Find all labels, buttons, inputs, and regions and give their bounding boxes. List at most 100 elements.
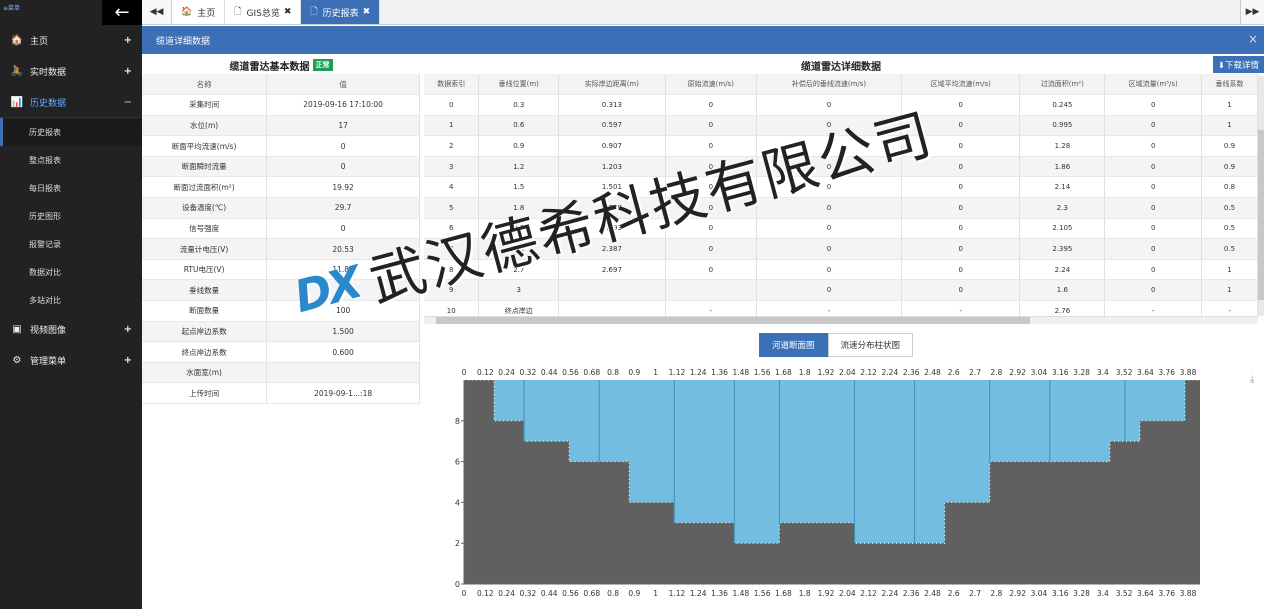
close-icon[interactable]: × [1248, 32, 1258, 46]
tab-history-report[interactable]: 🗋 历史报表 ✖ [301, 0, 381, 24]
download-details-button[interactable]: ⬇下载详情 [1212, 56, 1264, 73]
table-cell: 0 [665, 218, 757, 240]
table-cell: 2.7 [478, 259, 560, 281]
tab-scroll-right-icon[interactable]: ▶▶ [1240, 0, 1264, 24]
table-cell: 0 [665, 259, 757, 281]
x-tick-label: 3.76 [1158, 589, 1175, 598]
column-header: 数据索引 [424, 74, 480, 96]
table-cell: 0 [424, 94, 480, 116]
tab-gis-overview[interactable]: 🗋 GIS总览 ✖ [225, 0, 302, 24]
field-value-cell: 29.7 [266, 197, 420, 219]
table-row: 2 0.9 0.907 0 0 0 1.28 0 0.9 [424, 135, 1259, 157]
sidebar-item-label: 实时数据 [30, 68, 67, 78]
tab-label: GIS总览 [246, 8, 280, 19]
table-cell: 1.501 [558, 176, 666, 199]
vertical-scrollbar-thumb[interactable] [1258, 130, 1264, 300]
table-cell: 0 [756, 259, 903, 281]
table-cell: 0.8 [1201, 176, 1259, 199]
sidebar-item-label: 主页 [30, 37, 49, 47]
y-tick-label: 4 [455, 498, 460, 507]
field-value-cell: 0.600 [266, 341, 420, 363]
table-cell: 0.995 [1019, 115, 1106, 137]
table-cell: 0 [756, 176, 903, 199]
sidebar-item-history[interactable]: 📊 历史数据 − [0, 87, 142, 118]
top-position-label: 1.68 [775, 368, 792, 377]
field-value-cell: 10 [266, 279, 420, 302]
top-position-label: 2.04 [839, 368, 856, 377]
x-tick-label: 1.92 [818, 589, 835, 598]
x-tick-label: 0.24 [498, 589, 515, 598]
table-cell: 0 [1104, 279, 1202, 302]
x-tick-label: 1.12 [669, 589, 686, 598]
top-position-label: 1.36 [711, 368, 728, 377]
top-position-label: 2.36 [903, 368, 920, 377]
tab-velocity-histogram[interactable]: 流速分布柱状图 [827, 333, 914, 357]
table-row: 9 3 0 0 1.6 0 1 [424, 279, 1259, 302]
table-cell: 1.2 [478, 156, 560, 178]
back-arrow-icon[interactable]: ← [102, 0, 142, 25]
sidebar-item-label: 视频图像 [30, 326, 67, 336]
river-cross-section-chart: 0 2 4 6 8 0 0.12 0.24 0.32 0.44 0.56 0.68 0.8 0.9 1 1.1… [455, 368, 1200, 598]
top-position-label: 2.48 [924, 368, 941, 377]
column-header: 过流面积(m²) [1019, 74, 1106, 96]
sidebar-sub-daily-report[interactable]: 每日报表 [0, 174, 142, 202]
home-icon: 🏠 [10, 35, 24, 46]
download-chart-icon[interactable]: ⤓ [1250, 374, 1254, 385]
sidebar-sub-multi-station[interactable]: 多站对比 [0, 286, 142, 314]
sidebar-sub-history-report[interactable]: 历史报表 [0, 118, 142, 146]
top-position-label: 0 [462, 368, 467, 377]
table-cell: 0 [665, 115, 757, 137]
table-cell: 5 [424, 197, 480, 219]
sidebar-item-realtime[interactable]: 🚴 实时数据 + [0, 56, 142, 87]
table-cell: 0.597 [558, 115, 666, 137]
field-name-cell: 采集时间 [142, 94, 268, 116]
table-cell: 0 [756, 94, 903, 116]
top-position-label: 3.88 [1180, 368, 1197, 377]
top-position-label: 3.52 [1116, 368, 1133, 377]
top-position-label: 0.56 [562, 368, 579, 377]
table-cell: 0 [1104, 135, 1202, 157]
home-icon: 🏠 [181, 7, 193, 17]
horizontal-scrollbar-thumb[interactable] [436, 317, 1030, 324]
table-cell: 0.5 [1201, 218, 1259, 240]
sidebar-item-admin[interactable]: ⚙ 管理菜单 + [0, 345, 142, 376]
x-tick-label: 2.92 [1009, 589, 1026, 598]
x-tick-label: 1.8 [799, 589, 811, 598]
table-row: 0 0.3 0.313 0 0 0 0.245 0 1 [424, 94, 1259, 116]
close-icon[interactable]: ✖ [284, 7, 292, 17]
menu-brand[interactable]: ≡菜单 [0, 0, 20, 12]
top-position-label: 3.64 [1137, 368, 1154, 377]
sidebar-sub-history-graph[interactable]: 历史图形 [0, 202, 142, 230]
table-cell: 0 [756, 135, 903, 157]
x-tick-label: 2.36 [903, 589, 920, 598]
table-cell: 1 [1201, 94, 1259, 116]
x-tick-label: 3.88 [1180, 589, 1197, 598]
sidebar-sub-hourly-report[interactable]: 整点报表 [0, 146, 142, 174]
field-name-cell: 起点岸边系数 [142, 321, 268, 343]
field-value-cell [266, 362, 420, 384]
sidebar-item-home[interactable]: 🏠 主页 + [0, 25, 142, 56]
tab-scroll-left-icon[interactable]: ◀◀ [142, 0, 172, 24]
x-tick-label: 0.56 [562, 589, 579, 598]
bar-chart-icon: 📊 [10, 96, 24, 108]
table-row: 采集时间 2019-09-16 17:10:00 [142, 94, 420, 116]
sidebar-sub-data-compare[interactable]: 数据对比 [0, 258, 142, 286]
table-cell: 1.6 [1019, 279, 1106, 302]
film-icon: ▣ [12, 324, 22, 335]
tab-home[interactable]: 🏠 主页 [172, 0, 226, 24]
table-cell: 0.245 [1019, 94, 1106, 116]
sidebar-sub-alarm-records[interactable]: 报警记录 [0, 230, 142, 258]
table-cell: 1.86 [1019, 156, 1106, 178]
table-row: 1 0.6 0.597 0 0 0 0.995 0 1 [424, 115, 1259, 137]
x-tick-label: 2.12 [860, 589, 877, 598]
table-row: 设备温度(℃) 29.7 [142, 197, 420, 219]
table-cell: 3 [478, 279, 560, 302]
sidebar-item-video[interactable]: ▣ 视频图像 + [0, 314, 142, 345]
sidebar-item-label: 历史数据 [30, 98, 67, 109]
field-name-cell: 信号强度 [142, 218, 268, 240]
close-icon[interactable]: ✖ [363, 7, 371, 17]
table-cell: 0 [756, 218, 903, 240]
x-tick-label: 0 [462, 589, 467, 598]
tab-river-section-chart[interactable]: 河道断面图 [759, 333, 828, 357]
table-row: 垂线数量 10 [142, 279, 420, 302]
